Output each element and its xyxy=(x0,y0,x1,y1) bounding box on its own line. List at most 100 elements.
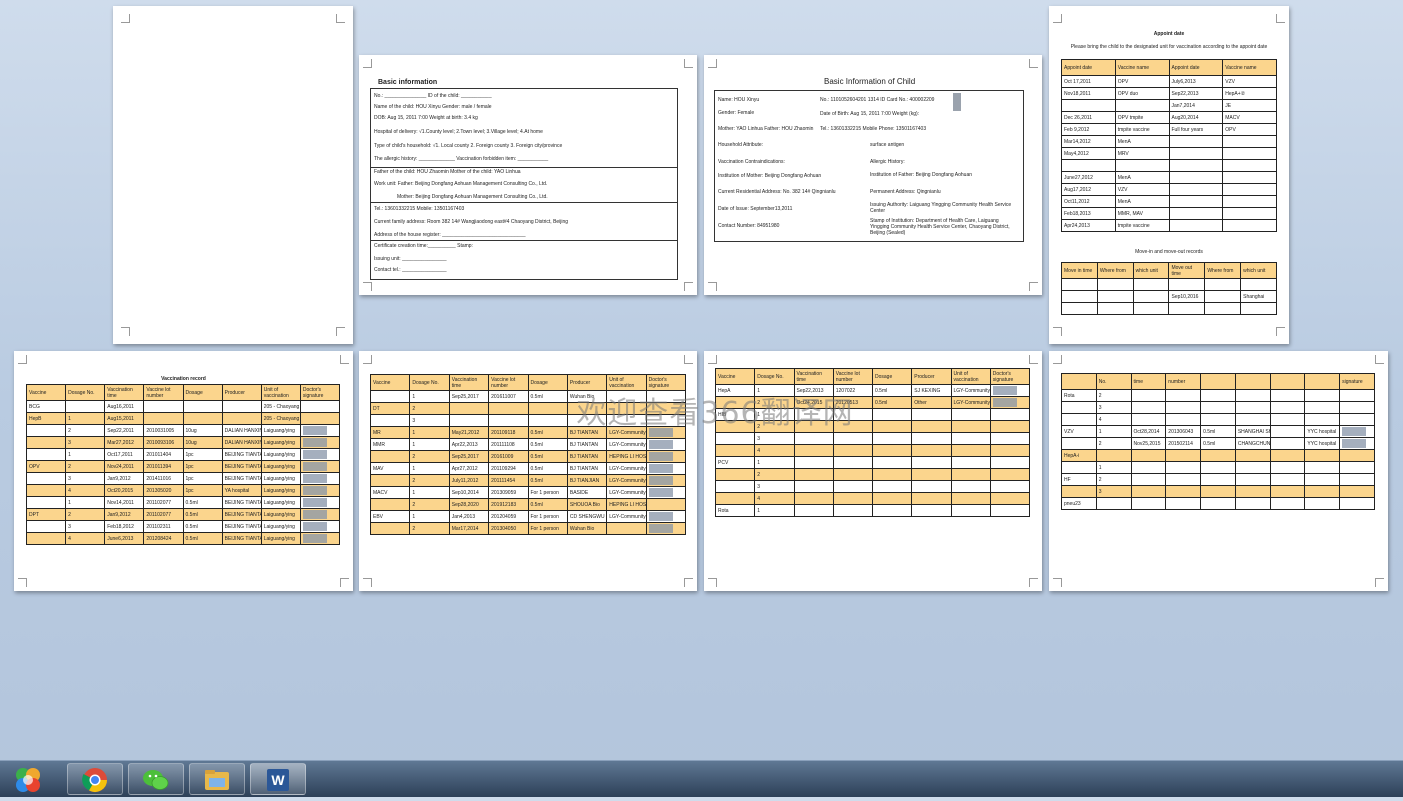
table-cell xyxy=(299,532,341,545)
signature-image xyxy=(648,452,673,461)
table-row: 1 xyxy=(1061,461,1375,474)
table-cell xyxy=(714,492,756,505)
table-cell: Apr24,2013 xyxy=(1061,219,1116,232)
table-cell xyxy=(989,444,1031,457)
table-cell xyxy=(793,480,834,493)
table-cell xyxy=(1130,485,1167,498)
table-cell: BASIDE xyxy=(566,486,608,499)
table-cell xyxy=(871,420,913,433)
table-header-cell: Producer xyxy=(221,384,262,401)
table-cell xyxy=(25,484,67,497)
table-cell: SJ KEXING xyxy=(911,384,952,397)
document-page-5[interactable]: Vaccination record Vaccine Dosage No. Vacc… xyxy=(14,351,353,591)
table-cell: 201204059 xyxy=(488,510,529,523)
table-cell xyxy=(1168,159,1224,172)
table-cell: 0.5ml xyxy=(1200,425,1236,438)
table-row: May4,2012 MRV xyxy=(1061,147,1277,160)
table-cell xyxy=(1234,413,1271,426)
crop-mark xyxy=(121,14,130,23)
table-cell xyxy=(714,432,756,445)
document-page-3[interactable]: Basic Information of Child Name: HOU Xin… xyxy=(704,55,1042,295)
table-row: Aug17,2012 VZV xyxy=(1061,183,1277,196)
table-header-cell xyxy=(1061,373,1097,390)
table-cell: Sep25,2017 xyxy=(448,390,490,403)
crop-mark xyxy=(708,578,717,587)
table-cell xyxy=(950,504,991,517)
table-cell: June6,2013 xyxy=(104,532,145,545)
table-header-cell: Where from xyxy=(1096,262,1134,279)
table-cell xyxy=(989,420,1031,433)
signature-image xyxy=(302,438,327,447)
table-cell xyxy=(1339,413,1375,426)
info-line: No.: 1101052604201 1314 ID Card No.: 400… xyxy=(820,97,935,103)
table-cell: BJ TIANJIAN xyxy=(566,474,608,487)
signature-image xyxy=(302,426,327,435)
table-header-cell: which unit xyxy=(1240,262,1277,279)
table-cell: Rota xyxy=(1061,389,1097,402)
table-cell xyxy=(832,492,874,505)
table-cell xyxy=(1222,147,1277,160)
document-page-8[interactable]: No. time number signature Rota 2 3 4 VZV 1 Oct28,2… xyxy=(1049,351,1388,591)
table-cell: For 1 person xyxy=(527,486,568,499)
table-cell xyxy=(1130,389,1167,402)
folder-icon xyxy=(205,770,229,790)
signature-image xyxy=(648,476,673,485)
document-page-1[interactable] xyxy=(113,6,353,344)
table-cell: HepA+② xyxy=(1222,87,1277,100)
table-cell: 201111454 xyxy=(488,474,529,487)
table-cell: HepA-i xyxy=(1061,449,1097,462)
divider xyxy=(371,240,677,241)
table-cell: Oct11,2012 xyxy=(1061,195,1116,208)
table-cell: LGY-Community xyxy=(606,462,647,475)
table-cell xyxy=(65,400,106,413)
table-cell: 2 xyxy=(65,424,106,437)
word-taskbar-button[interactable]: W xyxy=(250,763,306,795)
table-cell: 201309059 xyxy=(488,486,529,499)
document-page-4[interactable]: Appoint date Please bring the child to t… xyxy=(1049,6,1289,344)
move-records-table: Move in time Where from which unit Move out… xyxy=(1061,262,1277,315)
table-cell: Laiguang/ying xyxy=(260,424,301,437)
table-row: 2 xyxy=(714,468,1031,481)
table-cell: MMR xyxy=(369,438,411,451)
table-cell xyxy=(1114,99,1170,112)
table-cell: DPT xyxy=(25,508,67,521)
table-cell: MMR, MAV xyxy=(1114,207,1170,220)
start-orb-icon[interactable] xyxy=(12,764,44,796)
table-row xyxy=(1061,278,1277,291)
table-header-cell: Unit of vaccination xyxy=(260,384,301,401)
table-cell: 0.5ml xyxy=(871,384,913,397)
table-cell: Laiguang/ying xyxy=(260,520,301,533)
table-cell: 10ug xyxy=(182,436,223,449)
table-cell: 2 xyxy=(1095,437,1132,450)
table-cell: HepB xyxy=(25,412,67,425)
table-row: MAV 1 Apr27,2012 201109294 0.5ml BJ TIANTAN LG… xyxy=(369,462,687,475)
table-cell xyxy=(1200,413,1236,426)
file-explorer-taskbar-button[interactable] xyxy=(189,763,245,795)
table-cell xyxy=(299,400,341,413)
table-cell xyxy=(1132,302,1170,315)
crop-mark xyxy=(708,282,717,291)
table-cell: 0.5ml xyxy=(527,474,568,487)
table-cell xyxy=(989,396,1031,409)
table-cell xyxy=(1269,461,1306,474)
wechat-icon xyxy=(143,770,169,790)
table-cell xyxy=(1269,425,1306,438)
document-page-6[interactable]: Vaccine Dosage No. Vaccination time Vaccine… xyxy=(359,351,697,591)
table-cell: pneu23 xyxy=(1061,497,1097,510)
table-cell: 10ug xyxy=(182,424,223,437)
table-cell xyxy=(299,484,341,497)
appoint-table: Appoint date Vaccine name Appoint date Vacc… xyxy=(1061,59,1277,232)
document-page-2[interactable]: Basic information No.: _______________ I… xyxy=(359,55,697,295)
table-cell xyxy=(793,492,834,505)
info-line: Hospital of delivery: √1.County level; 2… xyxy=(374,129,543,135)
table-cell: 201305020 xyxy=(143,484,184,497)
chrome-taskbar-button[interactable] xyxy=(67,763,123,795)
table-cell xyxy=(950,432,991,445)
table-cell xyxy=(25,448,67,461)
table-cell xyxy=(871,444,913,457)
table-cell xyxy=(1130,449,1167,462)
table-cell xyxy=(369,450,411,463)
document-page-7[interactable]: Vaccine Dosage No. Vaccination time Vaccine… xyxy=(704,351,1042,591)
table-cell: Feb18,2013 xyxy=(1061,207,1116,220)
wechat-taskbar-button[interactable] xyxy=(128,763,184,795)
